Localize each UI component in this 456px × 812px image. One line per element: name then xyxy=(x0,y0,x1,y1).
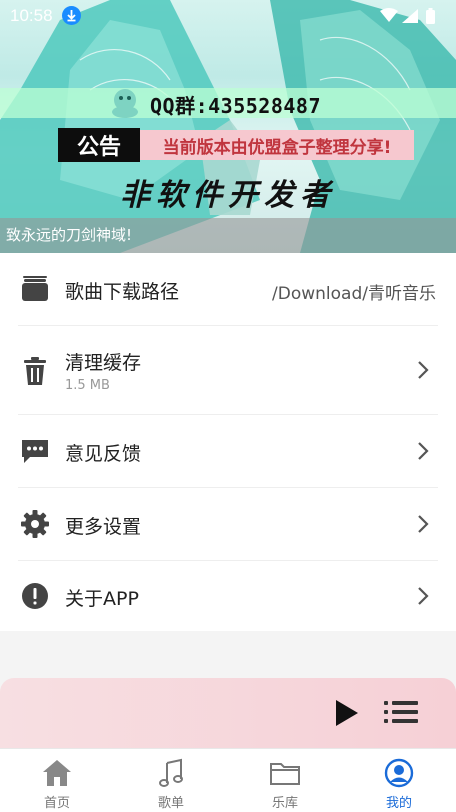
music-note-icon xyxy=(159,758,183,787)
home-icon xyxy=(43,760,71,786)
announcement-banner: 10:58 QQ群:435528487 公告 当前版本由优盟盒子整理分享! 非软… xyxy=(0,0,456,253)
cache-size: 1.5 MB xyxy=(65,378,110,393)
download-path-value: /Download/青听音乐 xyxy=(272,284,436,304)
info-icon xyxy=(22,583,48,609)
chevron-right-icon xyxy=(418,587,429,605)
status-time: 10:58 xyxy=(10,6,53,25)
download-notification-icon xyxy=(62,6,81,25)
settings-list: 歌曲下载路径 /Download/青听音乐 清理缓存 1.5 MB 意见反馈 更… xyxy=(0,253,456,631)
setting-feedback[interactable]: 意见反馈 xyxy=(0,415,456,487)
tab-label: 首页 xyxy=(43,796,70,811)
bottom-tab-bar: 首页 歌单 乐库 我的 xyxy=(0,748,456,812)
feedback-icon xyxy=(22,440,48,463)
playlist-icon[interactable] xyxy=(384,700,418,724)
mountain-illustration xyxy=(0,0,456,253)
gear-icon xyxy=(21,510,49,538)
setting-about[interactable]: 关于APP xyxy=(0,561,456,631)
qq-group-text: QQ群:435528487 xyxy=(150,94,321,118)
tab-playlist[interactable]: 歌单 xyxy=(114,749,228,812)
setting-download-path[interactable]: 歌曲下载路径 /Download/青听音乐 xyxy=(0,253,456,325)
tab-library[interactable]: 乐库 xyxy=(228,749,342,812)
tab-mine[interactable]: 我的 xyxy=(342,749,456,812)
trash-icon xyxy=(24,357,46,385)
notice-text: 当前版本由优盟盒子整理分享! xyxy=(140,130,414,160)
setting-clear-cache[interactable]: 清理缓存 1.5 MB xyxy=(0,326,456,414)
setting-label: 清理缓存 xyxy=(65,352,142,374)
developer-text: 非软件开发者 xyxy=(120,178,336,213)
setting-label: 更多设置 xyxy=(65,516,142,538)
setting-more[interactable]: 更多设置 xyxy=(0,488,456,560)
user-icon xyxy=(384,758,414,788)
folder-icon xyxy=(270,763,300,785)
qq-penguin-icon xyxy=(112,89,138,118)
setting-label: 关于APP xyxy=(65,588,139,610)
mini-player[interactable] xyxy=(0,678,456,748)
chevron-right-icon xyxy=(418,442,429,460)
notice-label: 公告 xyxy=(58,128,140,162)
play-icon[interactable] xyxy=(334,699,360,727)
tab-label: 乐库 xyxy=(271,796,298,811)
status-bar: 10:58 xyxy=(0,0,456,32)
setting-label: 歌曲下载路径 xyxy=(65,281,180,303)
tab-home[interactable]: 首页 xyxy=(0,749,114,812)
chevron-right-icon xyxy=(418,361,429,379)
tab-label: 我的 xyxy=(385,796,412,811)
marquee-text: 致永远的刀剑神域! xyxy=(0,218,456,253)
tab-label: 歌单 xyxy=(157,796,184,811)
setting-label: 意见反馈 xyxy=(65,443,142,465)
chevron-right-icon xyxy=(418,515,429,533)
system-status-icons xyxy=(380,8,435,24)
folder-icon xyxy=(22,276,48,301)
